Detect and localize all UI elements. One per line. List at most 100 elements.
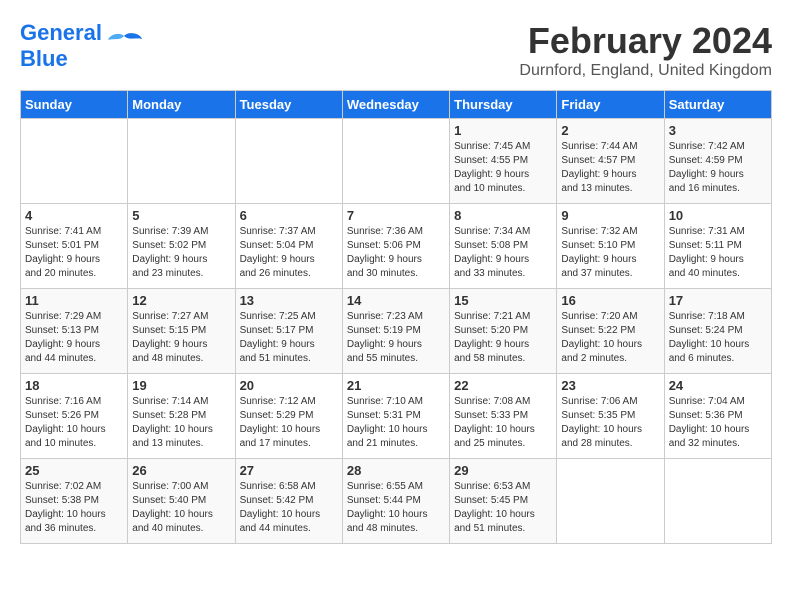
calendar-week-4: 18 Sunrise: 7:16 AM Sunset: 5:26 PM Dayli… — [21, 374, 772, 459]
day-info: Sunrise: 7:42 AM Sunset: 4:59 PM Dayligh… — [669, 140, 767, 196]
day-number: 12 — [132, 293, 230, 308]
day-number: 5 — [132, 208, 230, 223]
day-number: 16 — [561, 293, 659, 308]
calendar-cell — [21, 119, 128, 204]
day-number: 29 — [454, 463, 552, 478]
day-info: Sunrise: 7:41 AM Sunset: 5:01 PM Dayligh… — [25, 225, 123, 281]
calendar-cell — [342, 119, 449, 204]
calendar-cell: 21 Sunrise: 7:10 AM Sunset: 5:31 PM Dayli… — [342, 374, 449, 459]
day-number: 20 — [240, 378, 338, 393]
calendar-cell: 15 Sunrise: 7:21 AM Sunset: 5:20 PM Dayli… — [450, 289, 557, 374]
day-number: 25 — [25, 463, 123, 478]
column-header-wednesday: Wednesday — [342, 91, 449, 119]
calendar-cell: 20 Sunrise: 7:12 AM Sunset: 5:29 PM Dayli… — [235, 374, 342, 459]
day-info: Sunrise: 7:12 AM Sunset: 5:29 PM Dayligh… — [240, 395, 338, 451]
calendar-cell — [664, 459, 771, 544]
calendar-cell: 8 Sunrise: 7:34 AM Sunset: 5:08 PM Daylig… — [450, 204, 557, 289]
day-info: Sunrise: 7:23 AM Sunset: 5:19 PM Dayligh… — [347, 310, 445, 366]
day-number: 15 — [454, 293, 552, 308]
column-header-tuesday: Tuesday — [235, 91, 342, 119]
day-info: Sunrise: 7:14 AM Sunset: 5:28 PM Dayligh… — [132, 395, 230, 451]
day-info: Sunrise: 6:55 AM Sunset: 5:44 PM Dayligh… — [347, 480, 445, 536]
calendar-cell: 13 Sunrise: 7:25 AM Sunset: 5:17 PM Dayli… — [235, 289, 342, 374]
calendar-cell: 19 Sunrise: 7:14 AM Sunset: 5:28 PM Dayli… — [128, 374, 235, 459]
day-info: Sunrise: 7:36 AM Sunset: 5:06 PM Dayligh… — [347, 225, 445, 281]
day-number: 28 — [347, 463, 445, 478]
calendar-cell: 11 Sunrise: 7:29 AM Sunset: 5:13 PM Dayli… — [21, 289, 128, 374]
calendar-week-2: 4 Sunrise: 7:41 AM Sunset: 5:01 PM Daylig… — [21, 204, 772, 289]
day-info: Sunrise: 7:04 AM Sunset: 5:36 PM Dayligh… — [669, 395, 767, 451]
calendar-header-row: SundayMondayTuesdayWednesdayThursdayFrid… — [21, 91, 772, 119]
calendar-cell: 29Sunrise: 6:53 AM Sunset: 5:45 PM Dayli… — [450, 459, 557, 544]
calendar-cell: 9 Sunrise: 7:32 AM Sunset: 5:10 PM Daylig… — [557, 204, 664, 289]
day-number: 21 — [347, 378, 445, 393]
day-info: Sunrise: 7:45 AM Sunset: 4:55 PM Dayligh… — [454, 140, 552, 196]
day-number: 3 — [669, 123, 767, 138]
calendar-cell: 26Sunrise: 7:00 AM Sunset: 5:40 PM Dayli… — [128, 459, 235, 544]
day-number: 11 — [25, 293, 123, 308]
calendar-cell: 25 Sunrise: 7:02 AM Sunset: 5:38 PM Dayli… — [21, 459, 128, 544]
day-number: 19 — [132, 378, 230, 393]
column-header-saturday: Saturday — [664, 91, 771, 119]
calendar-cell: 14 Sunrise: 7:23 AM Sunset: 5:19 PM Dayli… — [342, 289, 449, 374]
day-info: Sunrise: 7:06 AM Sunset: 5:35 PM Dayligh… — [561, 395, 659, 451]
calendar-cell: 4 Sunrise: 7:41 AM Sunset: 5:01 PM Daylig… — [21, 204, 128, 289]
calendar-cell: 23 Sunrise: 7:06 AM Sunset: 5:35 PM Dayli… — [557, 374, 664, 459]
logo-text: General Blue — [20, 20, 102, 72]
day-info: Sunrise: 7:39 AM Sunset: 5:02 PM Dayligh… — [132, 225, 230, 281]
day-info: Sunrise: 7:29 AM Sunset: 5:13 PM Dayligh… — [25, 310, 123, 366]
calendar-cell: 22Sunrise: 7:08 AM Sunset: 5:33 PM Dayli… — [450, 374, 557, 459]
day-info: Sunrise: 7:32 AM Sunset: 5:10 PM Dayligh… — [561, 225, 659, 281]
day-info: Sunrise: 7:02 AM Sunset: 5:38 PM Dayligh… — [25, 480, 123, 536]
calendar-cell: 1 Sunrise: 7:45 AM Sunset: 4:55 PM Daylig… — [450, 119, 557, 204]
day-number: 23 — [561, 378, 659, 393]
column-header-sunday: Sunday — [21, 91, 128, 119]
calendar-cell: 5 Sunrise: 7:39 AM Sunset: 5:02 PM Daylig… — [128, 204, 235, 289]
day-number: 22 — [454, 378, 552, 393]
day-info: Sunrise: 7:34 AM Sunset: 5:08 PM Dayligh… — [454, 225, 552, 281]
day-number: 9 — [561, 208, 659, 223]
day-number: 6 — [240, 208, 338, 223]
day-number: 14 — [347, 293, 445, 308]
day-info: Sunrise: 7:16 AM Sunset: 5:26 PM Dayligh… — [25, 395, 123, 451]
calendar-week-1: 1 Sunrise: 7:45 AM Sunset: 4:55 PM Daylig… — [21, 119, 772, 204]
day-info: Sunrise: 7:31 AM Sunset: 5:11 PM Dayligh… — [669, 225, 767, 281]
location: Durnford, England, United Kingdom — [519, 62, 772, 80]
day-number: 10 — [669, 208, 767, 223]
day-number: 2 — [561, 123, 659, 138]
header: General Blue February 2024 Durnford, Eng… — [20, 20, 772, 80]
day-number: 4 — [25, 208, 123, 223]
calendar-cell: 7Sunrise: 7:36 AM Sunset: 5:06 PM Daylig… — [342, 204, 449, 289]
title-block: February 2024 Durnford, England, United … — [519, 20, 772, 80]
logo: General Blue — [20, 20, 142, 72]
day-number: 27 — [240, 463, 338, 478]
calendar-cell: 3 Sunrise: 7:42 AM Sunset: 4:59 PM Daylig… — [664, 119, 771, 204]
day-info: Sunrise: 6:58 AM Sunset: 5:42 PM Dayligh… — [240, 480, 338, 536]
day-info: Sunrise: 7:21 AM Sunset: 5:20 PM Dayligh… — [454, 310, 552, 366]
day-number: 24 — [669, 378, 767, 393]
calendar-cell: 17Sunrise: 7:18 AM Sunset: 5:24 PM Dayli… — [664, 289, 771, 374]
day-number: 18 — [25, 378, 123, 393]
day-number: 13 — [240, 293, 338, 308]
column-header-monday: Monday — [128, 91, 235, 119]
day-number: 17 — [669, 293, 767, 308]
day-info: Sunrise: 7:25 AM Sunset: 5:17 PM Dayligh… — [240, 310, 338, 366]
day-info: Sunrise: 7:10 AM Sunset: 5:31 PM Dayligh… — [347, 395, 445, 451]
calendar-week-5: 25 Sunrise: 7:02 AM Sunset: 5:38 PM Dayli… — [21, 459, 772, 544]
calendar-cell — [128, 119, 235, 204]
calendar-cell: 16 Sunrise: 7:20 AM Sunset: 5:22 PM Dayli… — [557, 289, 664, 374]
calendar-body: 1 Sunrise: 7:45 AM Sunset: 4:55 PM Daylig… — [21, 119, 772, 544]
calendar-cell — [557, 459, 664, 544]
day-number: 1 — [454, 123, 552, 138]
calendar-cell: 10 Sunrise: 7:31 AM Sunset: 5:11 PM Dayli… — [664, 204, 771, 289]
logo-bird-icon — [106, 31, 142, 61]
day-info: Sunrise: 7:20 AM Sunset: 5:22 PM Dayligh… — [561, 310, 659, 366]
day-info: Sunrise: 7:44 AM Sunset: 4:57 PM Dayligh… — [561, 140, 659, 196]
day-info: Sunrise: 7:00 AM Sunset: 5:40 PM Dayligh… — [132, 480, 230, 536]
calendar-cell: 27 Sunrise: 6:58 AM Sunset: 5:42 PM Dayli… — [235, 459, 342, 544]
calendar-cell: 28 Sunrise: 6:55 AM Sunset: 5:44 PM Dayli… — [342, 459, 449, 544]
column-header-thursday: Thursday — [450, 91, 557, 119]
calendar-cell: 18 Sunrise: 7:16 AM Sunset: 5:26 PM Dayli… — [21, 374, 128, 459]
day-number: 8 — [454, 208, 552, 223]
calendar-table: SundayMondayTuesdayWednesdayThursdayFrid… — [20, 90, 772, 544]
